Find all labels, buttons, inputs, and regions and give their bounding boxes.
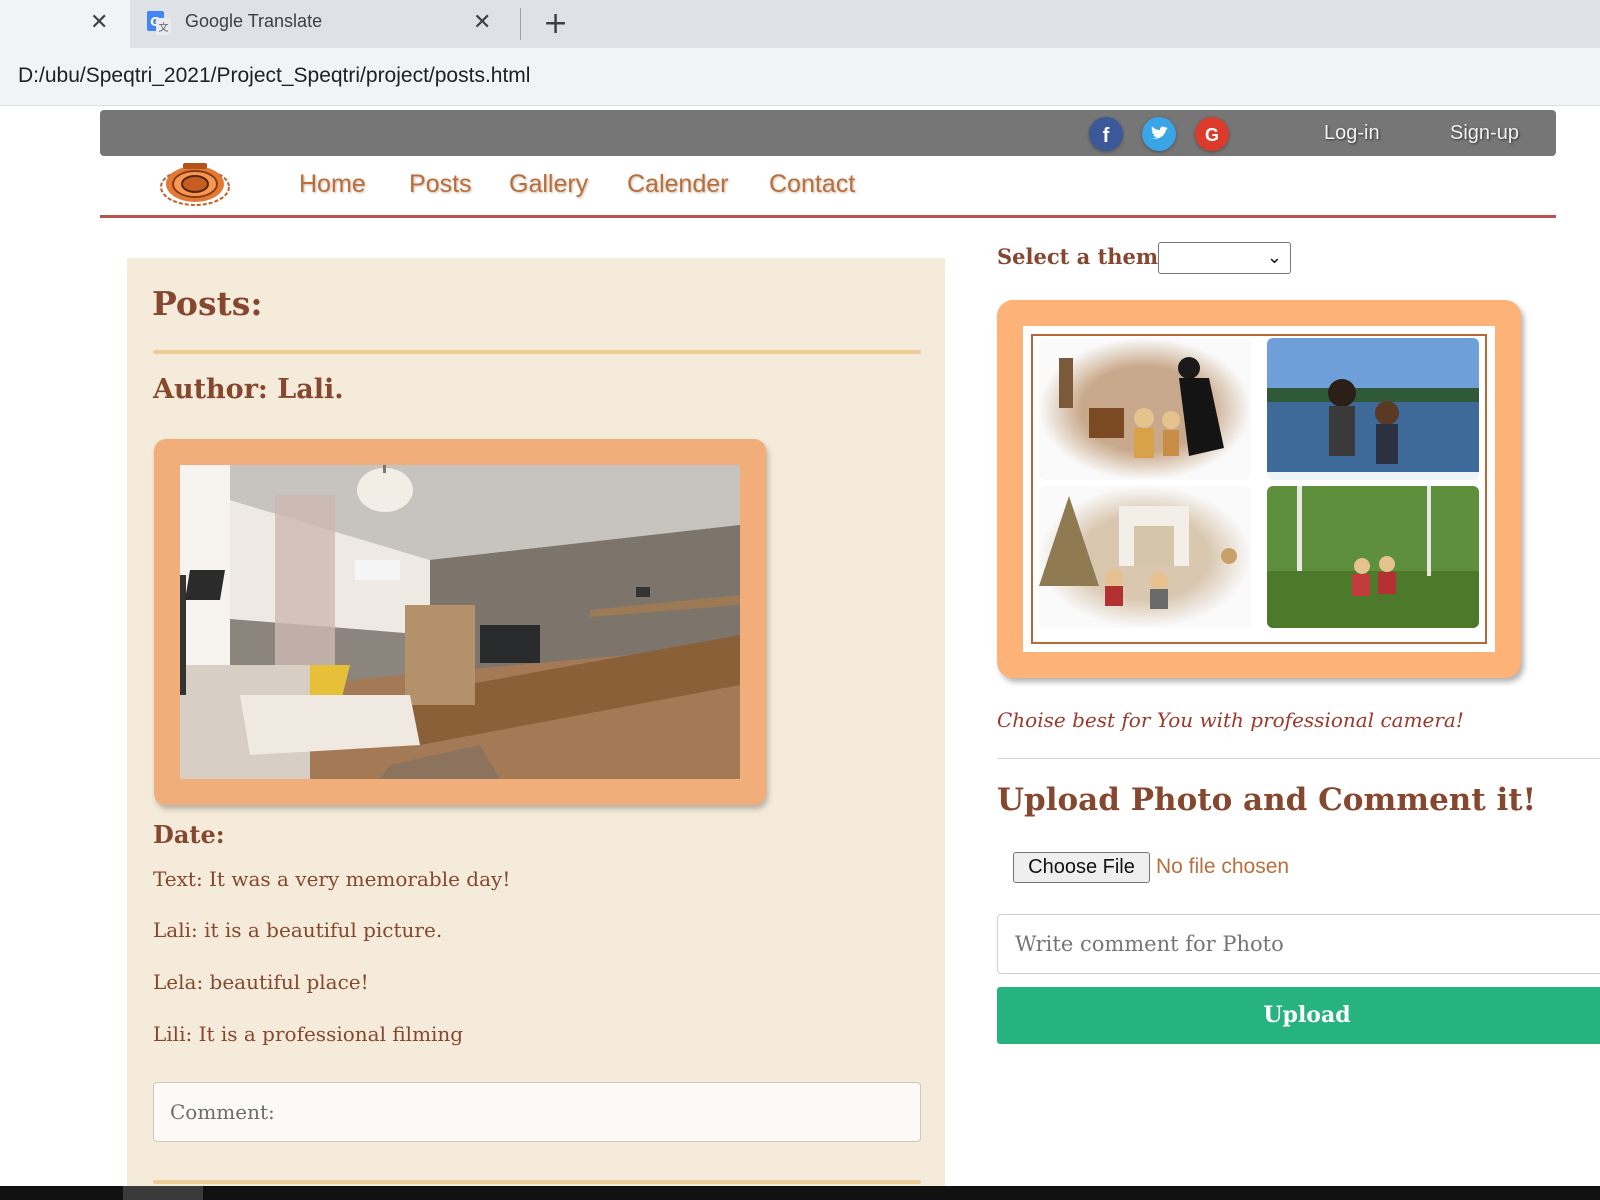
post-text: Text: It was a very memorable day! <box>153 867 511 891</box>
page-title: Posts: <box>152 284 263 323</box>
google-translate-icon: G 文 <box>147 11 171 35</box>
post-author: Author: Lali. <box>153 374 344 405</box>
browser-tab-active[interactable]: ✕ <box>0 0 130 48</box>
browser-tab-bar: ✕ G 文 Google Translate ✕ + <box>0 0 1600 48</box>
photo-comment-input[interactable]: Write comment for Photo <box>997 914 1600 974</box>
browser-tab-google-translate[interactable]: G 文 Google Translate ✕ <box>130 0 520 48</box>
nav-contact[interactable]: Contact <box>769 170 855 199</box>
gallery-frame <box>997 300 1521 678</box>
main-nav: Home Posts Gallery Calender Contact <box>100 156 1556 218</box>
nav-calender[interactable]: Calender <box>627 170 728 199</box>
taskbar-item[interactable] <box>123 1186 203 1200</box>
gallery-photo-kids-christmas[interactable] <box>1039 486 1251 628</box>
svg-text:f: f <box>1103 125 1110 147</box>
address-text[interactable]: D:/ubu/Speqtri_2021/Project_Speqtri/proj… <box>18 64 530 88</box>
comment-item: Lela: beautiful place! <box>153 970 369 994</box>
choose-file-button[interactable]: Choose File <box>1013 852 1150 883</box>
gallery-photo-kids-lake[interactable] <box>1267 338 1479 480</box>
comment-item: Lali: it is a beautiful picture. <box>153 918 443 942</box>
nav-gallery[interactable]: Gallery <box>509 170 588 199</box>
gallery-photo-kids-forest[interactable] <box>1267 486 1479 628</box>
camera-lens-logo[interactable] <box>158 160 232 208</box>
gallery-collage <box>1023 326 1495 652</box>
twitter-icon[interactable] <box>1142 117 1176 151</box>
tab-separator <box>520 8 521 40</box>
gallery-photo-kids-toys[interactable] <box>1039 338 1251 480</box>
facebook-icon[interactable]: f <box>1089 117 1123 151</box>
divider <box>153 350 921 354</box>
post-photo-frame <box>154 439 766 805</box>
chevron-down-icon: ⌄ <box>1266 247 1282 268</box>
svg-text:文: 文 <box>159 21 169 34</box>
top-bar: f G Log-in Sign-up <box>100 110 1556 156</box>
post-date-label: Date: <box>153 820 225 849</box>
upload-title: Upload Photo and Comment it! <box>997 782 1537 818</box>
theme-select[interactable]: ⌄ <box>1158 242 1291 274</box>
divider <box>997 758 1600 759</box>
gallery-tagline: Choise best for You with professional ca… <box>997 708 1464 732</box>
nav-posts[interactable]: Posts <box>409 170 472 199</box>
posts-panel: Posts: Author: Lali. Date: Text: It was … <box>127 258 945 1200</box>
login-link[interactable]: Log-in <box>1324 122 1380 145</box>
comment-input[interactable]: Comment: <box>153 1082 921 1142</box>
comment-item: Lili: It is a professional filming <box>153 1022 464 1046</box>
file-status: No file chosen <box>1156 855 1290 878</box>
close-icon[interactable]: ✕ <box>473 12 491 34</box>
address-bar[interactable]: D:/ubu/Speqtri_2021/Project_Speqtri/proj… <box>0 48 1600 106</box>
new-tab-icon[interactable]: + <box>543 6 568 41</box>
theme-select-label: Select a theme: <box>997 244 1180 269</box>
post-photo[interactable] <box>180 465 740 779</box>
close-icon[interactable]: ✕ <box>90 12 108 34</box>
os-taskbar <box>0 1186 1600 1200</box>
signup-link[interactable]: Sign-up <box>1450 122 1519 145</box>
svg-text:G: G <box>1205 125 1219 145</box>
divider <box>153 1180 921 1184</box>
tab-title: Google Translate <box>185 11 323 31</box>
google-icon[interactable]: G <box>1195 117 1229 151</box>
upload-button[interactable]: Upload <box>997 987 1600 1044</box>
nav-home[interactable]: Home <box>299 170 366 199</box>
